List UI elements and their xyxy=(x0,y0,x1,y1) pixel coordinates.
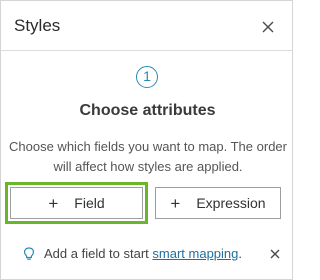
plus-icon: + xyxy=(48,193,59,213)
tip-prefix: Add a field to start xyxy=(44,246,153,261)
close-icon[interactable] xyxy=(268,247,282,261)
step-description: Choose which fields you want to map. The… xyxy=(9,139,287,174)
add-field-label: Field xyxy=(74,195,105,211)
tip-suffix: . xyxy=(238,246,243,261)
smart-mapping-tip: Add a field to start smart mapping. xyxy=(23,245,283,263)
step-heading: Choose attributes xyxy=(79,102,216,119)
tip-text: Add a field to start smart mapping. xyxy=(44,246,242,261)
smart-mapping-link[interactable]: smart mapping xyxy=(152,246,238,261)
panel-header: Styles xyxy=(1,1,292,51)
add-field-button[interactable]: + Field xyxy=(10,187,143,219)
add-expression-button[interactable]: + Expression xyxy=(155,187,281,219)
add-expression-label: Expression xyxy=(196,195,266,211)
plus-icon: + xyxy=(170,193,181,213)
close-icon[interactable] xyxy=(259,18,277,36)
step-number-badge: 1 xyxy=(136,66,158,88)
styles-panel: Styles 1 Choose attributes Choose which … xyxy=(0,0,293,280)
panel-title: Styles xyxy=(14,16,61,35)
lightbulb-icon xyxy=(23,247,35,260)
